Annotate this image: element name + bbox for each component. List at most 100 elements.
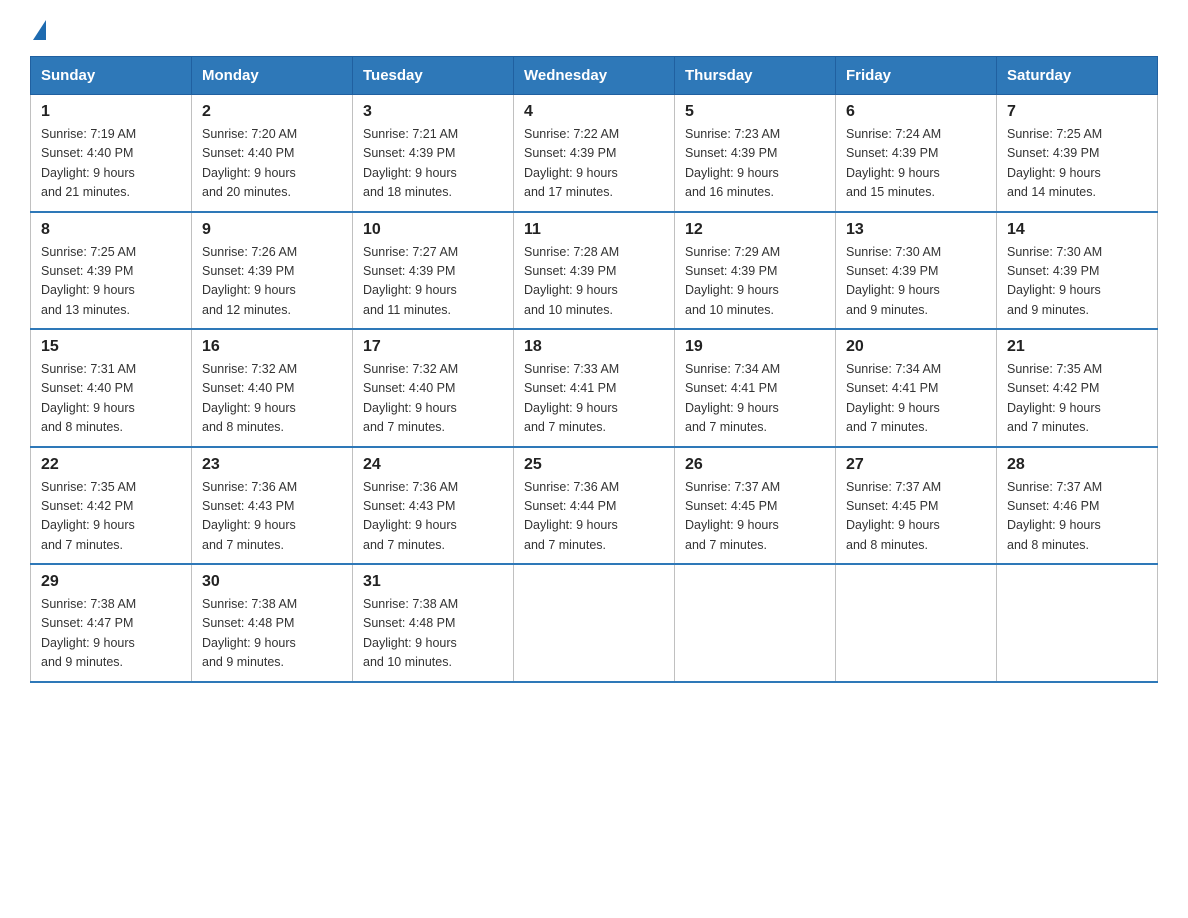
calendar-cell: 5 Sunrise: 7:23 AM Sunset: 4:39 PM Dayli…	[675, 95, 836, 212]
calendar-cell: 2 Sunrise: 7:20 AM Sunset: 4:40 PM Dayli…	[192, 95, 353, 212]
day-number: 2	[202, 103, 342, 121]
calendar-cell	[836, 564, 997, 682]
calendar-table: SundayMondayTuesdayWednesdayThursdayFrid…	[30, 56, 1158, 683]
day-info: Sunrise: 7:28 AM Sunset: 4:39 PM Dayligh…	[524, 243, 664, 321]
calendar-week-row: 1 Sunrise: 7:19 AM Sunset: 4:40 PM Dayli…	[31, 95, 1158, 212]
day-header-sunday: Sunday	[31, 57, 192, 95]
day-number: 23	[202, 456, 342, 474]
logo-triangle-icon	[33, 20, 46, 40]
day-info: Sunrise: 7:35 AM Sunset: 4:42 PM Dayligh…	[1007, 360, 1147, 438]
day-header-saturday: Saturday	[997, 57, 1158, 95]
calendar-cell	[514, 564, 675, 682]
day-number: 6	[846, 103, 986, 121]
calendar-week-row: 15 Sunrise: 7:31 AM Sunset: 4:40 PM Dayl…	[31, 329, 1158, 447]
calendar-cell: 17 Sunrise: 7:32 AM Sunset: 4:40 PM Dayl…	[353, 329, 514, 447]
day-info: Sunrise: 7:29 AM Sunset: 4:39 PM Dayligh…	[685, 243, 825, 321]
day-header-friday: Friday	[836, 57, 997, 95]
day-info: Sunrise: 7:26 AM Sunset: 4:39 PM Dayligh…	[202, 243, 342, 321]
day-info: Sunrise: 7:25 AM Sunset: 4:39 PM Dayligh…	[41, 243, 181, 321]
day-info: Sunrise: 7:36 AM Sunset: 4:44 PM Dayligh…	[524, 478, 664, 556]
calendar-cell: 22 Sunrise: 7:35 AM Sunset: 4:42 PM Dayl…	[31, 447, 192, 565]
day-info: Sunrise: 7:38 AM Sunset: 4:48 PM Dayligh…	[202, 595, 342, 673]
day-number: 27	[846, 456, 986, 474]
day-header-tuesday: Tuesday	[353, 57, 514, 95]
calendar-week-row: 22 Sunrise: 7:35 AM Sunset: 4:42 PM Dayl…	[31, 447, 1158, 565]
day-info: Sunrise: 7:25 AM Sunset: 4:39 PM Dayligh…	[1007, 125, 1147, 203]
calendar-cell	[675, 564, 836, 682]
day-number: 26	[685, 456, 825, 474]
day-number: 30	[202, 573, 342, 591]
calendar-cell: 24 Sunrise: 7:36 AM Sunset: 4:43 PM Dayl…	[353, 447, 514, 565]
day-number: 14	[1007, 221, 1147, 239]
day-number: 12	[685, 221, 825, 239]
calendar-cell: 29 Sunrise: 7:38 AM Sunset: 4:47 PM Dayl…	[31, 564, 192, 682]
day-info: Sunrise: 7:37 AM Sunset: 4:45 PM Dayligh…	[846, 478, 986, 556]
day-info: Sunrise: 7:19 AM Sunset: 4:40 PM Dayligh…	[41, 125, 181, 203]
calendar-cell: 23 Sunrise: 7:36 AM Sunset: 4:43 PM Dayl…	[192, 447, 353, 565]
calendar-cell: 25 Sunrise: 7:36 AM Sunset: 4:44 PM Dayl…	[514, 447, 675, 565]
day-number: 28	[1007, 456, 1147, 474]
day-info: Sunrise: 7:30 AM Sunset: 4:39 PM Dayligh…	[1007, 243, 1147, 321]
day-number: 13	[846, 221, 986, 239]
calendar-cell: 6 Sunrise: 7:24 AM Sunset: 4:39 PM Dayli…	[836, 95, 997, 212]
day-info: Sunrise: 7:36 AM Sunset: 4:43 PM Dayligh…	[363, 478, 503, 556]
day-number: 20	[846, 338, 986, 356]
calendar-cell: 4 Sunrise: 7:22 AM Sunset: 4:39 PM Dayli…	[514, 95, 675, 212]
day-info: Sunrise: 7:23 AM Sunset: 4:39 PM Dayligh…	[685, 125, 825, 203]
day-info: Sunrise: 7:30 AM Sunset: 4:39 PM Dayligh…	[846, 243, 986, 321]
calendar-cell: 8 Sunrise: 7:25 AM Sunset: 4:39 PM Dayli…	[31, 212, 192, 330]
day-info: Sunrise: 7:22 AM Sunset: 4:39 PM Dayligh…	[524, 125, 664, 203]
day-info: Sunrise: 7:32 AM Sunset: 4:40 PM Dayligh…	[202, 360, 342, 438]
day-number: 10	[363, 221, 503, 239]
calendar-cell: 31 Sunrise: 7:38 AM Sunset: 4:48 PM Dayl…	[353, 564, 514, 682]
calendar-cell: 13 Sunrise: 7:30 AM Sunset: 4:39 PM Dayl…	[836, 212, 997, 330]
day-number: 31	[363, 573, 503, 591]
day-number: 25	[524, 456, 664, 474]
calendar-cell: 16 Sunrise: 7:32 AM Sunset: 4:40 PM Dayl…	[192, 329, 353, 447]
calendar-cell: 3 Sunrise: 7:21 AM Sunset: 4:39 PM Dayli…	[353, 95, 514, 212]
day-number: 5	[685, 103, 825, 121]
day-header-wednesday: Wednesday	[514, 57, 675, 95]
day-info: Sunrise: 7:36 AM Sunset: 4:43 PM Dayligh…	[202, 478, 342, 556]
day-info: Sunrise: 7:21 AM Sunset: 4:39 PM Dayligh…	[363, 125, 503, 203]
calendar-cell: 14 Sunrise: 7:30 AM Sunset: 4:39 PM Dayl…	[997, 212, 1158, 330]
calendar-cell: 11 Sunrise: 7:28 AM Sunset: 4:39 PM Dayl…	[514, 212, 675, 330]
day-header-thursday: Thursday	[675, 57, 836, 95]
day-info: Sunrise: 7:38 AM Sunset: 4:47 PM Dayligh…	[41, 595, 181, 673]
day-info: Sunrise: 7:31 AM Sunset: 4:40 PM Dayligh…	[41, 360, 181, 438]
day-info: Sunrise: 7:37 AM Sunset: 4:46 PM Dayligh…	[1007, 478, 1147, 556]
day-number: 3	[363, 103, 503, 121]
calendar-cell: 10 Sunrise: 7:27 AM Sunset: 4:39 PM Dayl…	[353, 212, 514, 330]
calendar-cell: 15 Sunrise: 7:31 AM Sunset: 4:40 PM Dayl…	[31, 329, 192, 447]
day-info: Sunrise: 7:38 AM Sunset: 4:48 PM Dayligh…	[363, 595, 503, 673]
calendar-cell: 9 Sunrise: 7:26 AM Sunset: 4:39 PM Dayli…	[192, 212, 353, 330]
calendar-cell: 27 Sunrise: 7:37 AM Sunset: 4:45 PM Dayl…	[836, 447, 997, 565]
day-number: 22	[41, 456, 181, 474]
day-number: 18	[524, 338, 664, 356]
day-number: 11	[524, 221, 664, 239]
day-number: 24	[363, 456, 503, 474]
day-number: 15	[41, 338, 181, 356]
day-info: Sunrise: 7:32 AM Sunset: 4:40 PM Dayligh…	[363, 360, 503, 438]
day-number: 19	[685, 338, 825, 356]
calendar-cell: 30 Sunrise: 7:38 AM Sunset: 4:48 PM Dayl…	[192, 564, 353, 682]
page-header	[30, 20, 1158, 38]
day-header-monday: Monday	[192, 57, 353, 95]
calendar-header-row: SundayMondayTuesdayWednesdayThursdayFrid…	[31, 57, 1158, 95]
day-info: Sunrise: 7:33 AM Sunset: 4:41 PM Dayligh…	[524, 360, 664, 438]
calendar-cell: 28 Sunrise: 7:37 AM Sunset: 4:46 PM Dayl…	[997, 447, 1158, 565]
day-number: 7	[1007, 103, 1147, 121]
day-info: Sunrise: 7:35 AM Sunset: 4:42 PM Dayligh…	[41, 478, 181, 556]
day-number: 8	[41, 221, 181, 239]
day-number: 4	[524, 103, 664, 121]
day-number: 17	[363, 338, 503, 356]
day-number: 16	[202, 338, 342, 356]
day-number: 29	[41, 573, 181, 591]
logo	[30, 20, 46, 38]
calendar-cell: 12 Sunrise: 7:29 AM Sunset: 4:39 PM Dayl…	[675, 212, 836, 330]
calendar-cell: 19 Sunrise: 7:34 AM Sunset: 4:41 PM Dayl…	[675, 329, 836, 447]
calendar-cell: 21 Sunrise: 7:35 AM Sunset: 4:42 PM Dayl…	[997, 329, 1158, 447]
calendar-week-row: 29 Sunrise: 7:38 AM Sunset: 4:47 PM Dayl…	[31, 564, 1158, 682]
calendar-cell: 1 Sunrise: 7:19 AM Sunset: 4:40 PM Dayli…	[31, 95, 192, 212]
calendar-cell: 7 Sunrise: 7:25 AM Sunset: 4:39 PM Dayli…	[997, 95, 1158, 212]
